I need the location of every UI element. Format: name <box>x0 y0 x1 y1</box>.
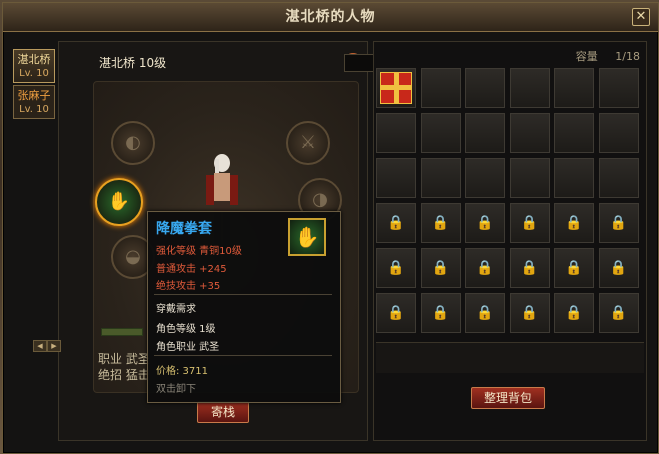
glove-icon: ✋ <box>288 218 326 256</box>
lock-icon: 🔒 <box>609 260 628 276</box>
equip-slot-head[interactable]: ◐ <box>111 121 155 165</box>
locked-slot[interactable]: 🔒 <box>554 248 594 288</box>
item-price: 价格: 3711 <box>156 366 208 377</box>
lock-icon: 🔒 <box>565 215 583 231</box>
inventory-slot[interactable] <box>554 68 594 108</box>
inventory-slot[interactable] <box>376 113 416 153</box>
locked-slot[interactable]: 🔒 <box>420 293 461 333</box>
inventory-slot[interactable] <box>376 158 416 198</box>
lock-icon: 🔒 <box>520 305 539 321</box>
inventory-footer <box>376 342 644 373</box>
locked-slot[interactable]: 🔒 <box>465 203 505 243</box>
unequip-hint: 双击卸下 <box>156 384 196 395</box>
requirements-title: 穿戴需求 <box>156 304 196 315</box>
locked-slot[interactable]: 🔒 <box>598 248 639 288</box>
lock-icon: 🔒 <box>565 305 583 321</box>
locked-slot[interactable]: 🔒 <box>509 248 550 288</box>
tab-level: Lv. 10 <box>19 68 49 79</box>
capacity-label: 容量 <box>575 50 598 63</box>
inventory-slot[interactable] <box>465 113 505 153</box>
locked-slot[interactable]: 🔒 <box>509 293 550 333</box>
inventory-slot[interactable] <box>598 158 639 198</box>
close-icon[interactable]: ✕ <box>632 8 650 26</box>
locked-slot[interactable]: 🔒 <box>376 248 416 288</box>
skill-attack-stat: 绝技攻击 +35 <box>156 281 221 292</box>
lock-icon: 🔒 <box>609 305 628 321</box>
experience-bar <box>101 328 143 336</box>
lock-icon: 🔒 <box>431 305 450 321</box>
lock-icon: 🔒 <box>387 305 405 321</box>
required-job: 角色职业 武圣 <box>156 342 220 353</box>
divider <box>154 294 332 295</box>
locked-slot[interactable]: 🔒 <box>465 293 505 333</box>
lock-icon: 🔒 <box>476 260 494 276</box>
lock-icon: 🔒 <box>476 305 494 321</box>
item-tooltip: 降魔拳套 ✋ 强化等级 青铜10级 普通攻击 +245 绝技攻击 +35 穿戴需… <box>147 211 341 403</box>
inventory-slot[interactable] <box>598 113 639 153</box>
inventory-slot[interactable] <box>420 68 461 108</box>
next-arrow-icon[interactable]: ▶ <box>47 340 61 352</box>
capacity-value: 1/18 <box>615 50 640 63</box>
bag-capacity: 容量 1/18 <box>576 48 640 64</box>
locked-slot[interactable]: 🔒 <box>376 293 416 333</box>
gift-box-icon <box>380 72 412 104</box>
inventory-slot[interactable] <box>465 68 505 108</box>
lock-icon: 🔒 <box>476 215 494 231</box>
job-label: 职业 武圣 <box>98 352 150 366</box>
window-title: 湛北桥的人物 <box>285 9 376 25</box>
locked-slot[interactable]: 🔒 <box>598 293 639 333</box>
inventory-slot[interactable] <box>554 158 594 198</box>
locked-slot[interactable]: 🔒 <box>554 293 594 333</box>
locked-slot[interactable]: 🔒 <box>420 248 461 288</box>
locked-slot[interactable]: 🔒 <box>554 203 594 243</box>
lock-icon: 🔒 <box>387 215 405 231</box>
lock-icon: 🔒 <box>520 260 539 276</box>
inventory-slot[interactable] <box>376 68 416 108</box>
required-level: 角色等级 1级 <box>156 324 216 335</box>
inventory-slot[interactable] <box>509 68 550 108</box>
locked-slot[interactable]: 🔒 <box>376 203 416 243</box>
glove-icon: ✋ <box>107 191 131 212</box>
slot-empty-icon: ⚔ <box>299 132 317 153</box>
lock-icon: 🔒 <box>431 260 450 276</box>
lock-icon: 🔒 <box>520 215 539 231</box>
character-name-level: 湛北桥 10级 <box>99 56 167 70</box>
tab-name: 张麻子 <box>17 89 51 102</box>
prev-arrow-icon[interactable]: ◀ <box>33 340 47 352</box>
inventory-panel: 容量 1/18 🔒 🔒 🔒 🔒 🔒 🔒 🔒 🔒 🔒 🔒 🔒 🔒 🔒 🔒 🔒 🔒 🔒 🔒 <box>373 41 647 441</box>
character-window: 湛北桥的人物 ✕ 湛北桥 Lv. 10 张麻子 Lv. 10 湛北桥 10级 0… <box>2 2 659 454</box>
warehouse-button[interactable]: 寄栈 <box>197 401 249 423</box>
inventory-slot[interactable] <box>598 68 639 108</box>
skill-label: 绝招 猛击 <box>98 368 150 382</box>
inventory-slot[interactable] <box>509 158 550 198</box>
inventory-slot[interactable] <box>420 158 461 198</box>
title-bar[interactable]: 湛北桥的人物 ✕ <box>3 3 658 32</box>
tab-name: 湛北桥 <box>17 53 51 66</box>
inventory-slot[interactable] <box>465 158 505 198</box>
sort-bag-button[interactable]: 整理背包 <box>471 387 545 409</box>
lock-icon: 🔒 <box>387 260 405 276</box>
tab-character-2[interactable]: 张麻子 Lv. 10 <box>13 85 55 119</box>
inventory-slot[interactable] <box>420 113 461 153</box>
normal-attack-stat: 普通攻击 +245 <box>156 264 227 275</box>
inventory-slot[interactable] <box>509 113 550 153</box>
lock-icon: 🔒 <box>565 260 583 276</box>
tab-level: Lv. 10 <box>19 104 49 115</box>
inventory-slot[interactable] <box>554 113 594 153</box>
item-name: 降魔拳套 <box>156 221 212 237</box>
locked-slot[interactable]: 🔒 <box>420 203 461 243</box>
equip-slot-weapon[interactable]: ⚔ <box>286 121 330 165</box>
lock-icon: 🔒 <box>609 215 628 231</box>
locked-slot[interactable]: 🔒 <box>509 203 550 243</box>
locked-slot[interactable]: 🔒 <box>598 203 639 243</box>
equip-slot-gloves[interactable]: ✋ <box>95 178 143 226</box>
slot-empty-icon: ◐ <box>125 132 141 153</box>
locked-slot[interactable]: 🔒 <box>465 248 505 288</box>
lock-icon: 🔒 <box>431 215 450 231</box>
enhance-level: 强化等级 青铜10级 <box>156 246 242 257</box>
tab-character-1[interactable]: 湛北桥 Lv. 10 <box>13 49 55 83</box>
divider <box>154 355 332 356</box>
